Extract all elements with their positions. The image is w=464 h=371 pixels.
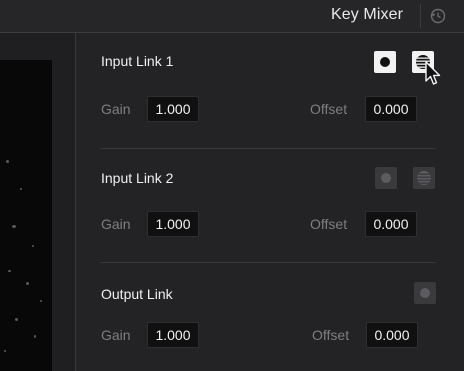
viewer-image (0, 60, 52, 371)
input-link-1-title: Input Link 1 (101, 53, 174, 69)
input-link-2-key-button[interactable] (375, 167, 397, 189)
input-link-1-offset-field[interactable]: 0.000 (365, 96, 417, 122)
input-link-1-offset-label: Offset (310, 101, 348, 117)
matte-stripes-icon (417, 171, 431, 185)
output-link-offset-field[interactable]: 0.000 (366, 322, 418, 348)
input-link-1-key-button[interactable] (374, 51, 396, 73)
output-link-key-button[interactable] (414, 282, 436, 304)
section-divider (100, 262, 436, 263)
output-link-gain-field[interactable]: 1.000 (147, 322, 199, 348)
output-link-offset-label: Offset (312, 327, 350, 343)
input-link-2-offset-label: Offset (310, 216, 348, 232)
pane-divider (75, 33, 76, 371)
key-dot-icon (381, 173, 391, 183)
key-dot-icon (420, 288, 430, 298)
key-dot-icon (380, 57, 390, 67)
section-divider (100, 148, 436, 149)
output-link-title: Output Link (101, 286, 173, 302)
input-link-2-matte-button[interactable] (413, 167, 435, 189)
input-link-1-gain-field[interactable]: 1.000 (147, 96, 199, 122)
header-separator (420, 4, 421, 28)
input-link-2-gain-label: Gain (101, 216, 131, 232)
input-link-2-offset-field[interactable]: 0.000 (365, 211, 417, 237)
output-link-gain-label: Gain (101, 327, 131, 343)
input-link-2-title: Input Link 2 (101, 170, 174, 186)
mouse-pointer-icon (425, 61, 441, 85)
input-link-2-gain-field[interactable]: 1.000 (147, 211, 199, 237)
input-link-1-gain-label: Gain (101, 101, 131, 117)
panel-title: Key Mixer (331, 6, 404, 23)
reset-icon[interactable] (429, 7, 447, 25)
